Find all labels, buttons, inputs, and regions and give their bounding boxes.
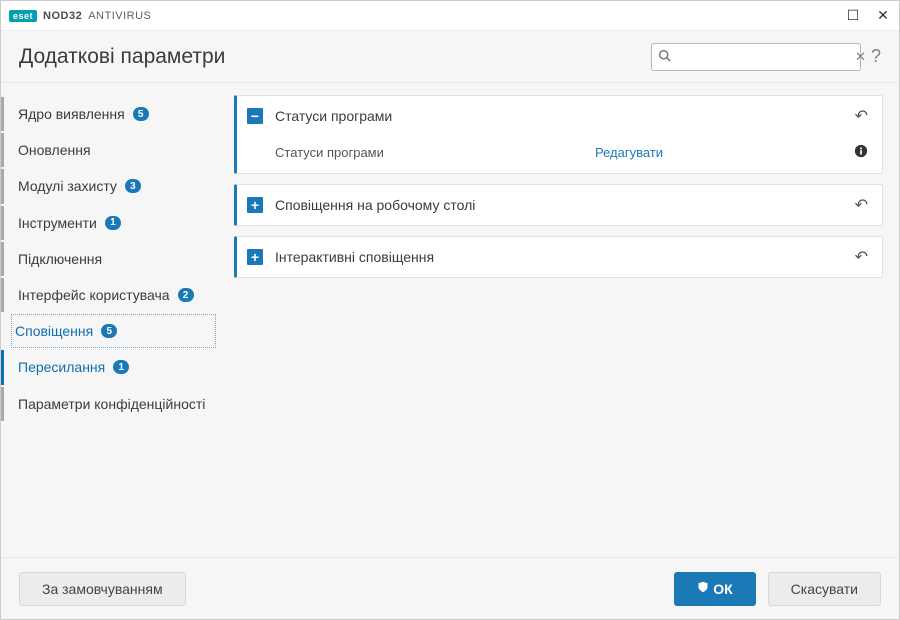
revert-icon[interactable]: ↶ (855, 195, 868, 215)
footer: За замовчуванням ОК Скасувати (1, 557, 899, 619)
header-right: ✕ ? (651, 43, 881, 71)
sidebar-item-label: Інтерфейс користувача (18, 286, 170, 304)
panel-header-desktop-notifications[interactable]: + Сповіщення на робочому столі ↶ (237, 185, 882, 225)
sidebar-badge: 1 (105, 216, 121, 230)
brand: eset NOD32 ANTIVIRUS (9, 10, 151, 22)
sidebar-item-label: Інструменти (18, 214, 97, 232)
sidebar-item-label: Сповіщення (15, 322, 93, 340)
revert-icon[interactable]: ↶ (855, 106, 868, 126)
sidebar-item-detection-core[interactable]: Ядро виявлення 5 (1, 97, 226, 131)
sidebar-item-label: Оновлення (18, 141, 91, 159)
search-icon (658, 49, 671, 65)
info-icon[interactable] (854, 144, 868, 161)
panel-title: Статуси програми (275, 108, 855, 124)
sidebar-badge: 3 (125, 179, 141, 193)
sidebar-badge: 5 (101, 324, 117, 338)
sidebar: Ядро виявлення 5 Оновлення Модулі захист… (1, 83, 226, 557)
panel-desktop-notifications: + Сповіщення на робочому столі ↶ (234, 184, 883, 226)
sidebar-item-tools[interactable]: Інструменти 1 (1, 206, 226, 240)
collapse-icon[interactable]: − (247, 108, 263, 124)
panel-title: Інтерактивні сповіщення (275, 249, 855, 265)
expand-icon[interactable]: + (247, 197, 263, 213)
body: Ядро виявлення 5 Оновлення Модулі захист… (1, 83, 899, 557)
brand-logo: eset (9, 10, 37, 22)
sidebar-item-label: Параметри конфіденційності (18, 395, 205, 413)
sidebar-item-protection[interactable]: Модулі захисту 3 (1, 169, 226, 203)
clear-search-icon[interactable]: ✕ (855, 49, 866, 65)
sidebar-item-privacy[interactable]: Параметри конфіденційності (1, 387, 226, 421)
sidebar-item-label: Модулі захисту (18, 177, 117, 195)
sidebar-item-label: Ядро виявлення (18, 105, 125, 123)
sidebar-item-ui[interactable]: Інтерфейс користувача 2 (1, 278, 226, 312)
sidebar-badge: 5 (133, 107, 149, 121)
sidebar-item-notifications[interactable]: Сповіщення 5 (11, 314, 216, 348)
ok-label: ОК (713, 581, 732, 597)
sidebar-item-label: Підключення (18, 250, 102, 268)
search-box[interactable]: ✕ (651, 43, 861, 71)
titlebar: eset NOD32 ANTIVIRUS ☐ ✕ (1, 1, 899, 31)
panel-header-interactive-notifications[interactable]: + Інтерактивні сповіщення ↶ (237, 237, 882, 277)
close-icon[interactable]: ✕ (875, 7, 891, 24)
search-input[interactable] (675, 49, 851, 64)
page-title: Додаткові параметри (19, 45, 225, 69)
panel-row-app-status: Статуси програми Редагувати (237, 136, 882, 173)
ok-button[interactable]: ОК (674, 572, 755, 606)
panel-header-app-status[interactable]: − Статуси програми ↶ (237, 96, 882, 136)
sidebar-item-forwarding[interactable]: Пересилання 1 (1, 350, 226, 384)
header: Додаткові параметри ✕ ? (1, 31, 899, 83)
maximize-icon[interactable]: ☐ (845, 7, 861, 24)
app-window: eset NOD32 ANTIVIRUS ☐ ✕ Додаткові парам… (0, 0, 900, 620)
help-icon[interactable]: ? (871, 46, 881, 67)
edit-link[interactable]: Редагувати (595, 145, 854, 160)
sidebar-item-update[interactable]: Оновлення (1, 133, 226, 167)
sidebar-badge: 2 (178, 288, 194, 302)
shield-icon (697, 581, 709, 596)
panel-interactive-notifications: + Інтерактивні сповіщення ↶ (234, 236, 883, 278)
brand-product-bold: NOD32 (43, 10, 82, 22)
row-label: Статуси програми (275, 145, 595, 160)
revert-icon[interactable]: ↶ (855, 247, 868, 267)
content: − Статуси програми ↶ Статуси програми Ре… (226, 83, 899, 557)
expand-icon[interactable]: + (247, 249, 263, 265)
panel-title: Сповіщення на робочому столі (275, 197, 855, 213)
sidebar-badge: 1 (113, 360, 129, 374)
defaults-button[interactable]: За замовчуванням (19, 572, 186, 606)
panel-app-status: − Статуси програми ↶ Статуси програми Ре… (234, 95, 883, 174)
sidebar-item-label: Пересилання (18, 358, 105, 376)
sidebar-item-connections[interactable]: Підключення (1, 242, 226, 276)
cancel-button[interactable]: Скасувати (768, 572, 881, 606)
window-controls: ☐ ✕ (845, 7, 891, 24)
brand-product-light: ANTIVIRUS (88, 10, 151, 22)
